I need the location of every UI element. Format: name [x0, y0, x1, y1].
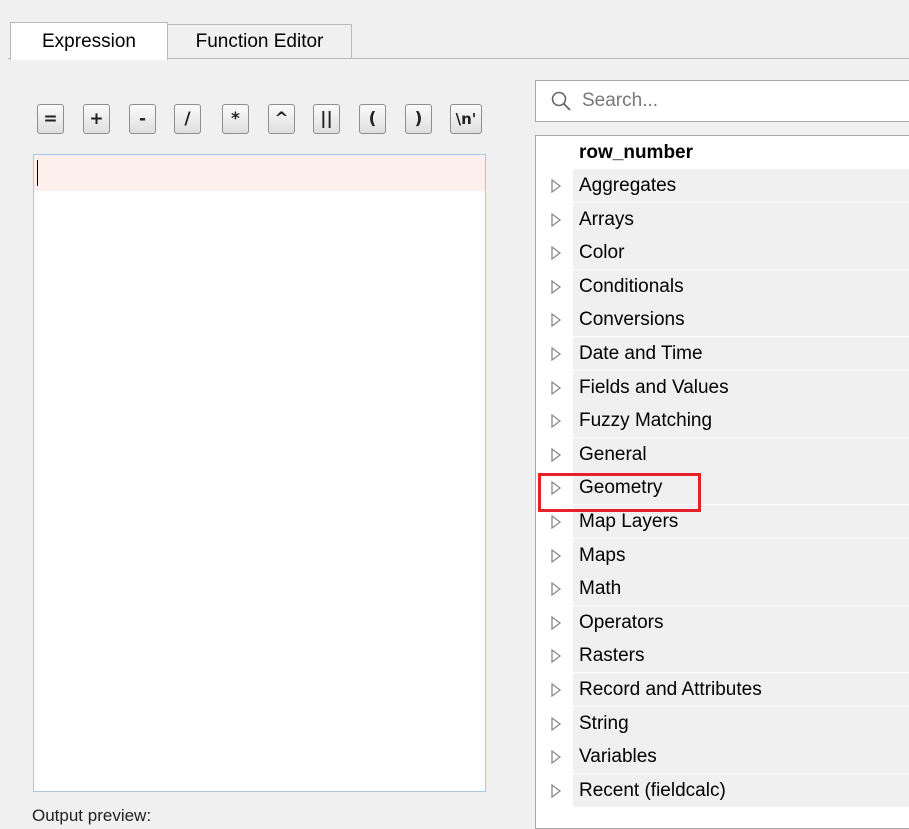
tree-item[interactable]: Rasters: [536, 639, 909, 673]
open-paren-button[interactable]: (: [359, 104, 386, 134]
tree-item-label: String: [573, 706, 909, 740]
tree-item-label: Recent (fieldcalc): [573, 773, 909, 807]
close-paren-button[interactable]: ): [405, 104, 432, 134]
tree-item-label: Geometry: [573, 471, 909, 505]
current-line-highlight: [34, 155, 485, 191]
tree-item-label: Rasters: [573, 639, 909, 673]
tree-item-label: Fields and Values: [573, 370, 909, 404]
concat-button[interactable]: ||: [313, 104, 340, 134]
minus-button[interactable]: -: [129, 104, 156, 134]
plus-button[interactable]: +: [83, 104, 110, 134]
tree-item-label: Conditionals: [573, 269, 909, 303]
expand-arrow-icon[interactable]: [550, 783, 562, 798]
expand-arrow-icon[interactable]: [550, 683, 562, 697]
tab-function-editor[interactable]: Function Editor: [168, 24, 352, 59]
expand-arrow-icon[interactable]: [550, 716, 562, 731]
divide-button[interactable]: /: [174, 104, 201, 134]
tree-item[interactable]: Record and Attributes: [536, 673, 909, 706]
expand-arrow-icon[interactable]: [550, 615, 562, 630]
expand-arrow-icon[interactable]: [550, 380, 562, 395]
tree-item-label: row_number: [573, 136, 909, 169]
tree-item[interactable]: Conditionals: [536, 269, 909, 303]
tree-item-label: Operators: [573, 605, 909, 639]
tree-item-label: Map Layers: [573, 505, 909, 538]
expand-arrow-icon[interactable]: [550, 279, 562, 294]
tree-item[interactable]: Arrays: [536, 202, 909, 236]
search-placeholder: Search...: [582, 90, 659, 111]
tree-item[interactable]: Fields and Values: [536, 370, 909, 404]
tree-item[interactable]: Variables: [536, 740, 909, 774]
tree-item[interactable]: Map Layers: [536, 505, 909, 538]
power-button[interactable]: ^: [268, 104, 295, 134]
tree-item-label: Fuzzy Matching: [573, 404, 909, 438]
search-input[interactable]: Search...: [535, 80, 909, 122]
output-preview-label: Output preview:: [32, 806, 152, 825]
tree-item-label: Conversions: [573, 303, 909, 337]
tree-item-label: Variables: [573, 740, 909, 774]
equals-button[interactable]: =: [37, 104, 64, 134]
tree-item-row-number[interactable]: row_number: [536, 136, 909, 169]
tree-item-label: Record and Attributes: [573, 673, 909, 706]
tree-item-label: Color: [573, 236, 909, 270]
expand-arrow-icon[interactable]: [550, 313, 562, 328]
tree-item[interactable]: Aggregates: [536, 169, 909, 202]
tree-item[interactable]: Fuzzy Matching: [536, 404, 909, 438]
search-icon: [551, 91, 571, 111]
tree-item[interactable]: String: [536, 706, 909, 740]
tree-item[interactable]: Date and Time: [536, 337, 909, 370]
tree-item[interactable]: Conversions: [536, 303, 909, 337]
text-caret: [37, 160, 38, 186]
newline-button[interactable]: \n': [450, 104, 482, 134]
expand-arrow-icon[interactable]: [550, 481, 562, 496]
expand-arrow-icon[interactable]: [550, 582, 562, 597]
tree-item-label: Arrays: [573, 202, 909, 236]
tree-item[interactable]: General: [536, 437, 909, 471]
expand-arrow-icon[interactable]: [550, 649, 562, 664]
multiply-button[interactable]: *: [222, 104, 249, 134]
expand-arrow-icon[interactable]: [550, 212, 562, 227]
tree-item-label: General: [573, 437, 909, 471]
expand-arrow-icon[interactable]: [550, 347, 562, 361]
expression-editor[interactable]: [33, 154, 486, 792]
tree-item-label: Maps: [573, 538, 909, 572]
expand-arrow-icon[interactable]: [550, 750, 562, 765]
expand-arrow-icon[interactable]: [550, 414, 562, 429]
tree-item[interactable]: Geometry: [536, 471, 909, 505]
tree-item-label: Math: [573, 572, 909, 606]
expand-arrow-icon[interactable]: [550, 548, 562, 563]
tree-item-label: Aggregates: [573, 169, 909, 202]
tree-item[interactable]: Math: [536, 572, 909, 606]
expand-arrow-icon[interactable]: [550, 515, 562, 529]
tree-item[interactable]: Recent (fieldcalc): [536, 773, 909, 807]
tree-item[interactable]: Operators: [536, 605, 909, 639]
tree-item-label: Date and Time: [573, 337, 909, 370]
expand-arrow-icon[interactable]: [550, 179, 562, 193]
tree-item[interactable]: Maps: [536, 538, 909, 572]
tree-item[interactable]: Color: [536, 236, 909, 270]
tab-expression[interactable]: Expression: [10, 22, 168, 60]
expand-arrow-icon[interactable]: [550, 246, 562, 261]
expand-arrow-icon[interactable]: [550, 447, 562, 462]
function-tree[interactable]: row_number Aggregates Arrays Color Conditio…: [535, 135, 909, 829]
